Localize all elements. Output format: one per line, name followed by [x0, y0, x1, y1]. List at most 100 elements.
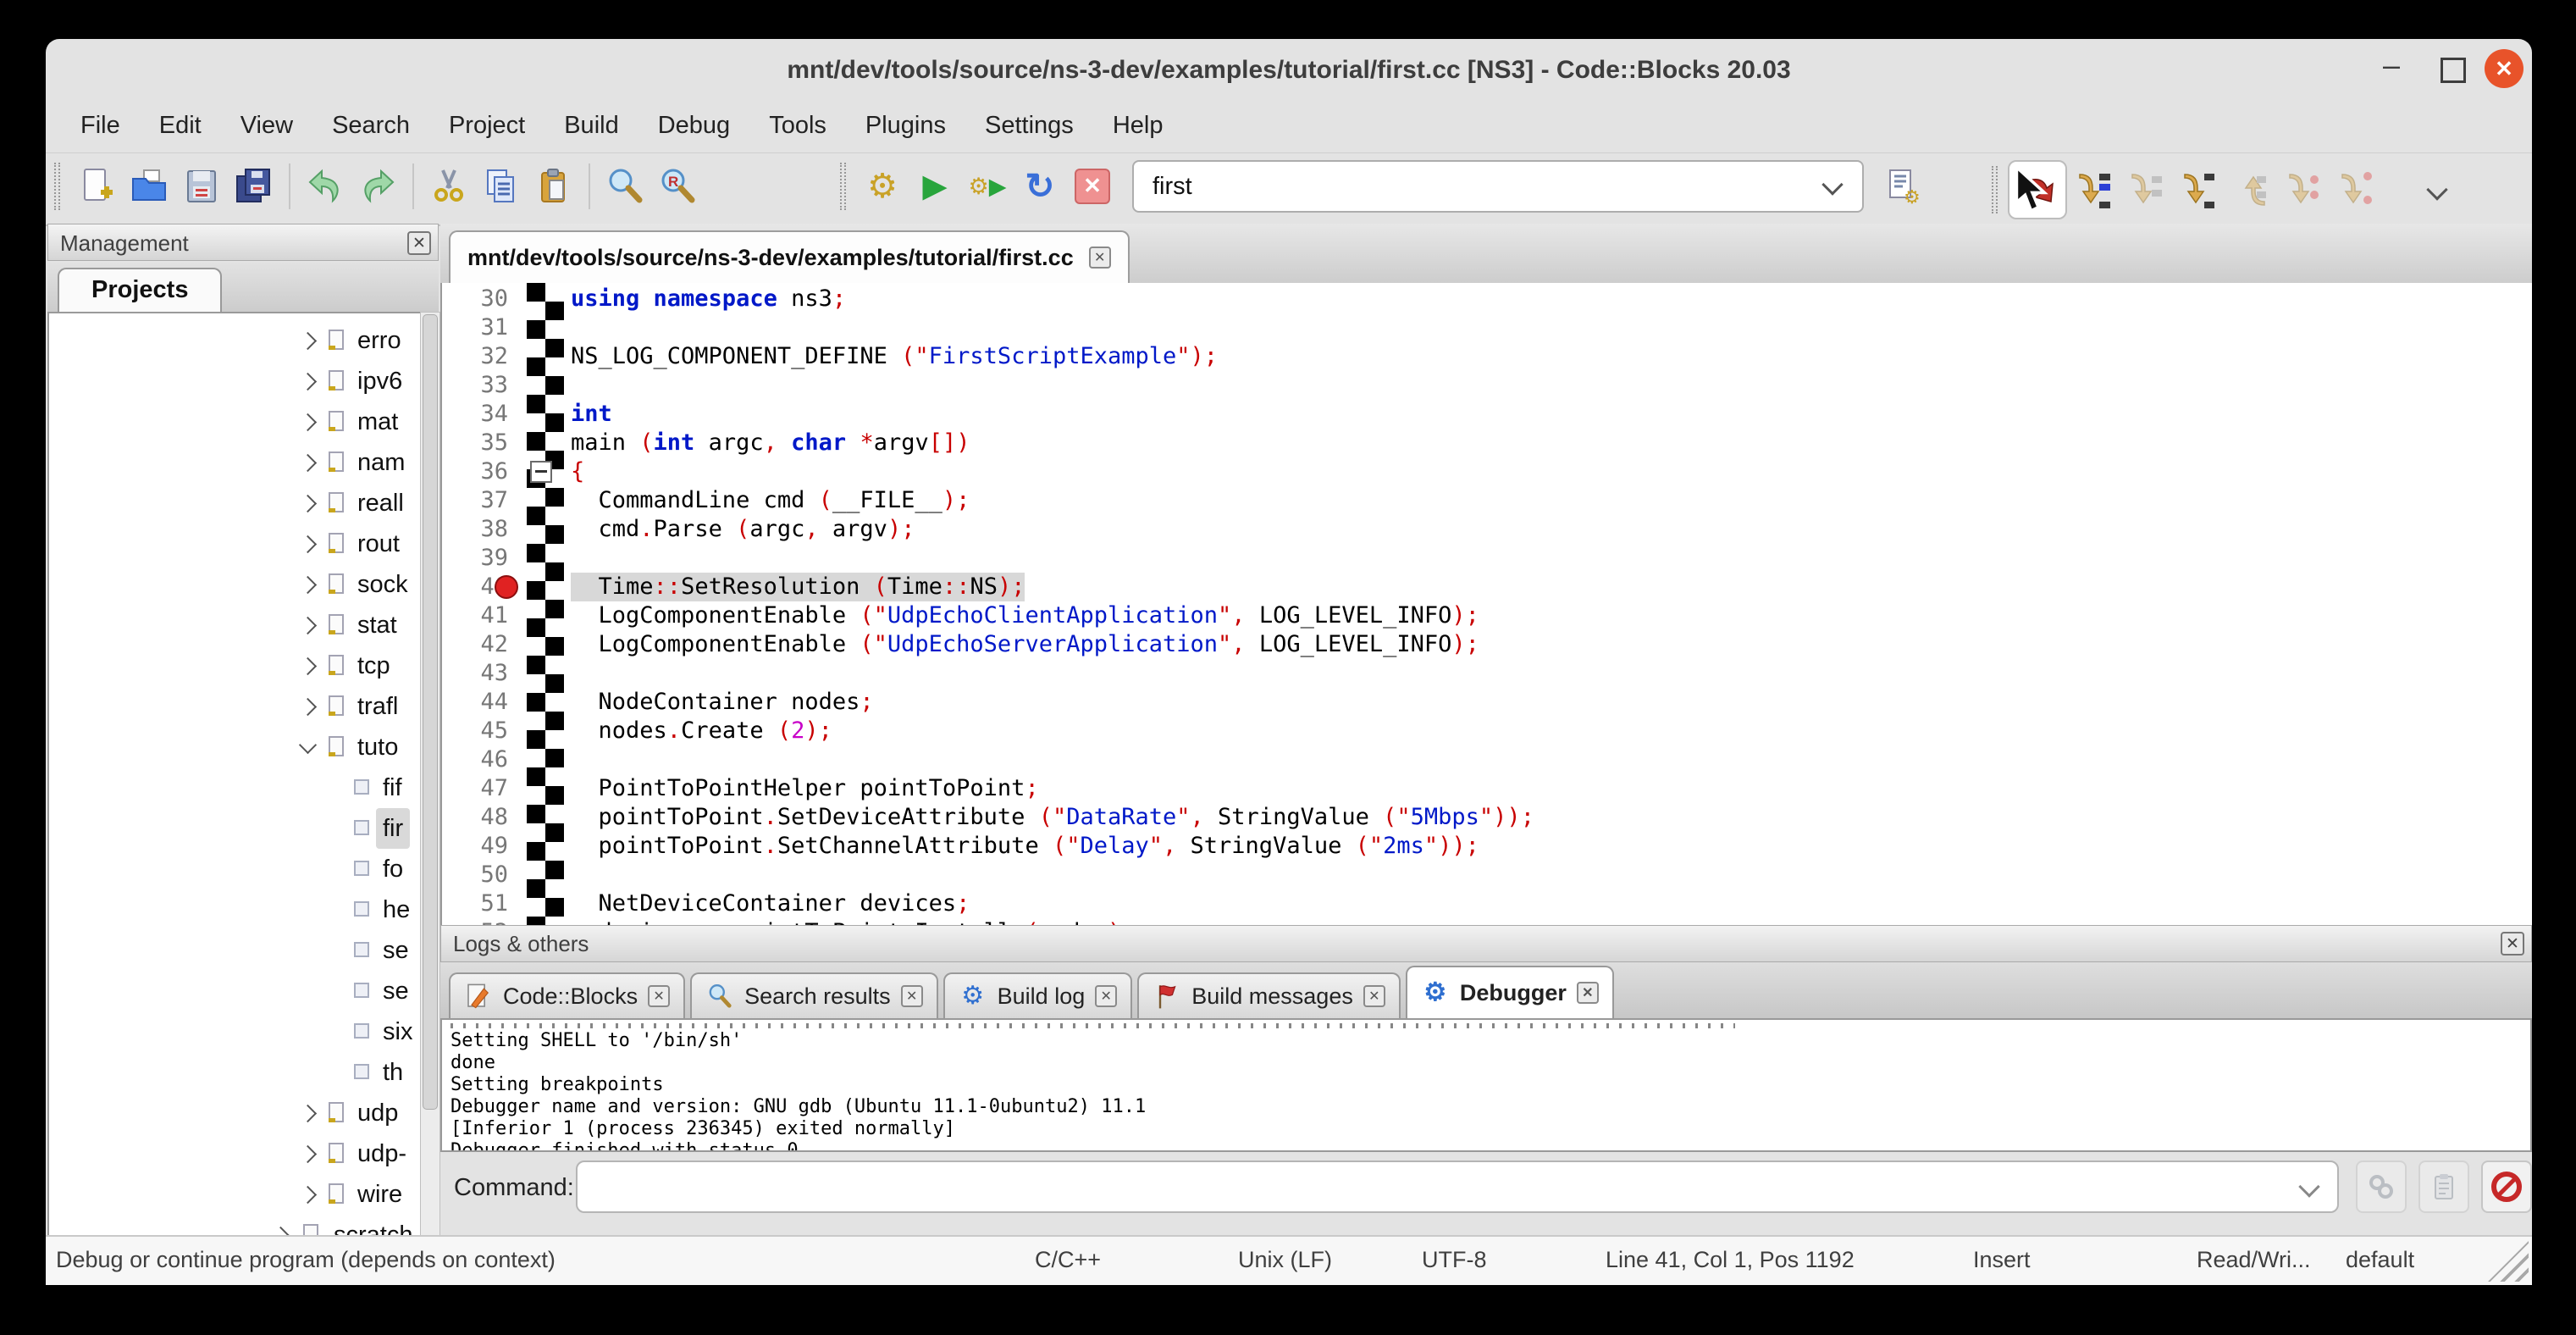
tab-close-icon[interactable]: ✕	[1095, 985, 1117, 1007]
chevron-right-icon[interactable]	[299, 332, 317, 350]
menu-project[interactable]: Project	[429, 112, 544, 140]
run-to-cursor-button[interactable]	[2067, 163, 2120, 216]
menu-debug[interactable]: Debug	[638, 112, 749, 140]
chevron-down-icon[interactable]	[2298, 1176, 2319, 1197]
tree-item-rout[interactable]: rout	[49, 523, 420, 564]
save-button[interactable]	[175, 160, 228, 213]
tree-item-fo[interactable]: fo	[49, 849, 420, 889]
tree-item-mat[interactable]: mat	[49, 402, 420, 442]
title-bar[interactable]: mnt/dev/tools/source/ns-3-dev/examples/t…	[46, 39, 2532, 98]
tree-item-trafl[interactable]: trafl	[49, 686, 420, 727]
tree-item-stat[interactable]: stat	[49, 605, 420, 645]
maximize-button[interactable]	[2441, 58, 2466, 83]
menu-build[interactable]: Build	[544, 112, 638, 140]
logs-close-icon[interactable]: ✕	[2501, 932, 2524, 956]
chevron-right-icon[interactable]	[299, 413, 317, 431]
tree-item-se[interactable]: se	[49, 930, 420, 971]
paste-button[interactable]	[528, 160, 580, 213]
stop-debugger-button[interactable]	[2481, 1161, 2532, 1213]
tree-item-he[interactable]: he	[49, 889, 420, 930]
tree-item-six[interactable]: six	[49, 1011, 420, 1052]
redo-button[interactable]	[351, 160, 404, 213]
code-editor[interactable]: 30using namespace ns3;3132NS_LOG_COMPONE…	[440, 283, 2532, 925]
copy-button[interactable]	[475, 160, 528, 213]
save-all-button[interactable]	[228, 160, 280, 213]
rebuild-button[interactable]: ↻	[1014, 160, 1066, 213]
next-instruction-button[interactable]	[2277, 163, 2330, 216]
chevron-right-icon[interactable]	[299, 1145, 317, 1163]
menu-view[interactable]: View	[221, 112, 312, 140]
management-close-icon[interactable]: ✕	[407, 231, 431, 255]
tree-item-fir[interactable]: fir	[49, 808, 420, 849]
step-into-button[interactable]	[2172, 163, 2225, 216]
tab-close-icon[interactable]: ✕	[648, 985, 670, 1007]
tree-item-udp-[interactable]: udp-	[49, 1133, 420, 1174]
chevron-right-icon[interactable]	[299, 1186, 317, 1204]
tab-projects[interactable]: Projects	[58, 268, 222, 312]
toolbar-overflow-button[interactable]	[2411, 163, 2463, 216]
chevron-right-icon[interactable]	[299, 1105, 317, 1122]
menu-help[interactable]: Help	[1093, 112, 1183, 140]
toolbar-gripper[interactable]	[54, 163, 60, 210]
build-button[interactable]: ⚙	[856, 160, 909, 213]
tab-close-icon[interactable]: ✕	[901, 985, 923, 1007]
toolbar-gripper[interactable]	[1992, 166, 1998, 213]
tree-item-tuto[interactable]: tuto	[49, 727, 420, 767]
log-tab-search-results[interactable]: Search results✕	[690, 972, 938, 1018]
minimize-button[interactable]: –	[2374, 51, 2408, 85]
chevron-right-icon[interactable]	[299, 535, 317, 553]
step-out-button[interactable]	[2225, 163, 2277, 216]
tree-scrollbar-thumb[interactable]	[423, 314, 438, 1110]
log-tab-debugger[interactable]: ⚙Debugger✕	[1406, 966, 1614, 1018]
menu-tools[interactable]: Tools	[749, 112, 846, 140]
menu-plugins[interactable]: Plugins	[846, 112, 965, 140]
chevron-down-icon[interactable]	[1821, 174, 1843, 195]
build-target-select[interactable]: first	[1132, 160, 1864, 213]
step-into-instruction-button[interactable]	[2330, 163, 2382, 216]
copy-log-button[interactable]	[2418, 1161, 2469, 1213]
tab-first-cc[interactable]: mnt/dev/tools/source/ns-3-dev/examples/t…	[449, 230, 1130, 283]
tree-item-se[interactable]: se	[49, 971, 420, 1011]
menu-search[interactable]: Search	[312, 112, 429, 140]
tree-item-wire[interactable]: wire	[49, 1174, 420, 1215]
open-file-button[interactable]	[123, 160, 175, 213]
chevron-right-icon[interactable]	[299, 698, 317, 716]
tree-item-udp[interactable]: udp	[49, 1093, 420, 1133]
tab-close-icon[interactable]: ✕	[1577, 982, 1599, 1004]
next-line-button[interactable]	[2120, 163, 2172, 216]
chevron-right-icon[interactable]	[299, 657, 317, 675]
log-tab-build-log[interactable]: ⚙Build log✕	[943, 972, 1133, 1018]
tree-scrollbar[interactable]	[420, 312, 440, 1237]
menu-edit[interactable]: Edit	[140, 112, 221, 140]
build-and-run-button[interactable]: ⚙▶	[961, 160, 1014, 213]
tab-close-icon[interactable]: ✕	[1363, 985, 1385, 1007]
tree-item-fif[interactable]: fif	[49, 767, 420, 808]
fold-collapse-icon[interactable]	[530, 461, 552, 483]
command-input[interactable]	[576, 1161, 2339, 1213]
log-tab-code-blocks[interactable]: Code::Blocks✕	[449, 972, 685, 1018]
tree-item-scratch[interactable]: scratch	[49, 1215, 420, 1237]
breakpoint-icon[interactable]	[495, 575, 518, 599]
tree-item-erro[interactable]: erro	[49, 320, 420, 361]
tree-item-ipv6[interactable]: ipv6	[49, 361, 420, 402]
toolbar-gripper[interactable]	[840, 163, 846, 210]
tree-item-nam[interactable]: nam	[49, 442, 420, 483]
find-button[interactable]	[599, 160, 651, 213]
project-tree[interactable]: erroipv6matnamreallroutsockstattcptraflt…	[47, 312, 420, 1237]
tree-item-th[interactable]: th	[49, 1052, 420, 1093]
tab-close-icon[interactable]: ✕	[1089, 247, 1111, 269]
undo-button[interactable]	[299, 160, 351, 213]
log-tab-build-messages[interactable]: Build messages✕	[1137, 972, 1401, 1018]
chevron-right-icon[interactable]	[299, 454, 317, 472]
chevron-right-icon[interactable]	[299, 495, 317, 512]
build-target-options-button[interactable]: ⚙	[1877, 160, 1930, 213]
tree-item-reall[interactable]: reall	[49, 483, 420, 523]
new-file-button[interactable]	[70, 160, 123, 213]
debugger-output[interactable]: Setting SHELL to '/bin/sh'doneSetting br…	[440, 1018, 2532, 1152]
chevron-right-icon[interactable]	[299, 373, 317, 391]
chevron-right-icon[interactable]	[299, 576, 317, 594]
tree-item-tcp[interactable]: tcp	[49, 645, 420, 686]
run-button[interactable]: ▶	[909, 160, 961, 213]
menu-file[interactable]: File	[61, 112, 140, 140]
chevron-down-icon[interactable]	[299, 736, 317, 754]
